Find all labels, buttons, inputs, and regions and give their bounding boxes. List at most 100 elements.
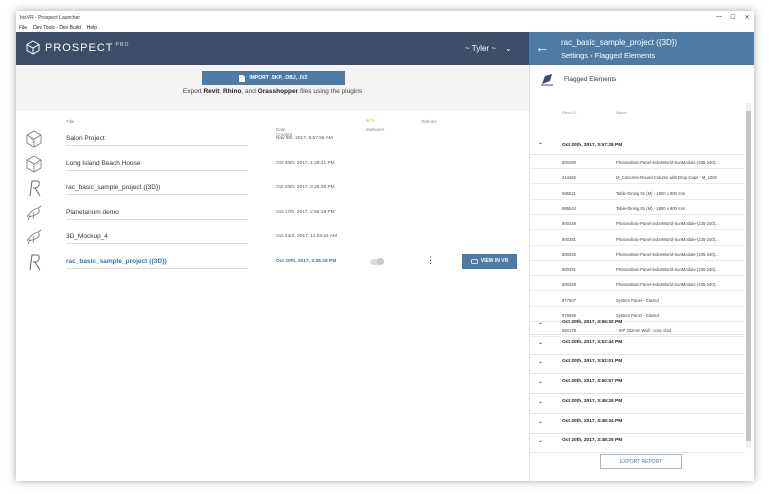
flag-group-collapsed[interactable]: ⌄ Oct 20th, 2017, 3:48:25 PM bbox=[530, 434, 745, 454]
flagged-item-row[interactable]: 800348 Photovoltaic-Panel-SolarWorld-SunM… bbox=[530, 217, 745, 231]
col-date-created[interactable]: Date Created ⌄ bbox=[276, 119, 292, 137]
view-in-vr-label: VIEW IN VR bbox=[480, 258, 509, 264]
element-name: Photovoltaic-Panel-SolarWorld-SunModule-… bbox=[616, 282, 719, 288]
chevron-up-icon[interactable]: ⌃ bbox=[538, 142, 543, 149]
hexagon-logo-icon bbox=[26, 40, 40, 55]
options-kebab-icon[interactable]: ⋮ bbox=[426, 255, 435, 265]
revit-id: 800340 bbox=[562, 251, 576, 257]
group-timestamp: Oct 20th, 2017, 3:55:32 PM bbox=[562, 320, 623, 325]
project-title[interactable]: rac_basic_sample_project ({3D}) bbox=[66, 258, 248, 269]
logo-text: PROSPECT PRO bbox=[45, 41, 130, 54]
flag-group-collapsed[interactable]: ⌄ Oct 20th, 2017, 3:52:01 PM bbox=[530, 355, 745, 375]
scrollbar-thumb[interactable] bbox=[746, 111, 751, 441]
flagged-item-row[interactable]: 800280 Photovoltaic-Panel-SolarWorld-SunM… bbox=[530, 156, 745, 169]
flagged-item-row[interactable]: 977507 System Panel - Glazed bbox=[530, 294, 745, 307]
import-section: IMPORT .SKP, .OBJ, .IVZ Export Revit, Rh… bbox=[16, 65, 529, 111]
project-row[interactable]: 3D_Mockup_4 Oct 23rd, 2017, 11:03:24 AM bbox=[16, 224, 529, 249]
chevron-down-icon[interactable]: ⌄ bbox=[538, 437, 543, 444]
section-title: Flagged Elements bbox=[564, 76, 617, 83]
project-row[interactable]: Salon Project Nov 6th, 2017, 9:57:56 AM bbox=[16, 126, 529, 151]
export-report-button[interactable]: EXPORT REPORT bbox=[600, 454, 682, 469]
revit-id: 985521 bbox=[562, 190, 576, 196]
chevron-down-icon[interactable]: ⌄ bbox=[538, 398, 543, 405]
element-name: Photovoltaic-Panel-SolarWorld-SunModule-… bbox=[616, 160, 719, 165]
close-button[interactable]: ✕ bbox=[740, 14, 754, 21]
grasshopper-model-icon bbox=[26, 229, 42, 245]
flag-group-collapsed[interactable]: ⌄ Oct 20th, 2017, 3:50:57 PM bbox=[530, 375, 745, 395]
app-window: IrisVR - Prospect Launcher — ☐ ✕ File De… bbox=[16, 11, 754, 481]
revit-id: 800391 bbox=[562, 267, 576, 273]
project-row-selected[interactable]: rac_basic_sample_project ({3D}) Oct 20th… bbox=[16, 249, 529, 274]
chevron-down-icon[interactable]: ⌄ bbox=[538, 418, 543, 425]
flagged-item-row[interactable]: 800381 Photovoltaic-Panel-SolarWorld-SunM… bbox=[530, 233, 745, 246]
flag-group-collapsed[interactable]: ⌄ Oct 20th, 2017, 3:49:29 PM bbox=[530, 395, 745, 414]
flag-group-expanded[interactable]: ⌃ Oct 20th, 2017, 3:57:28 PM bbox=[530, 139, 745, 155]
menu-dev-tools[interactable]: Dev Tools - Dev Build bbox=[33, 25, 81, 31]
group-timestamp: Oct 20th, 2017, 3:48:25 PM bbox=[562, 438, 623, 444]
project-date: Oct 20th, 2017, 3:35:28 PM bbox=[276, 258, 337, 264]
breadcrumb: Settings › Flagged Elements bbox=[561, 51, 656, 60]
revit-id: 800329 bbox=[562, 282, 576, 288]
chevron-down-icon: ⌄ bbox=[504, 44, 512, 53]
revit-id: 414482 bbox=[562, 175, 576, 181]
back-arrow-icon[interactable]: ← bbox=[535, 39, 549, 55]
user-menu[interactable]: ~ Tyler ~ ⌄ bbox=[465, 44, 512, 53]
sketchup-model-icon bbox=[26, 130, 42, 148]
chevron-down-icon[interactable]: ⌄ bbox=[538, 339, 543, 346]
revit-id: 985544 bbox=[562, 205, 576, 211]
multiuser-toggle[interactable] bbox=[370, 258, 384, 265]
menu-file[interactable]: File bbox=[19, 25, 27, 31]
flagged-item-row[interactable]: 985521 Table-Dining 01 (M) - 1800 x 900 m… bbox=[530, 187, 745, 200]
panel-header: ← rac_basic_sample_project ({3D}) Settin… bbox=[529, 32, 754, 65]
element-name: Photovoltaic-Panel-SolarWorld-SunModule-… bbox=[616, 221, 719, 227]
flagged-item-row[interactable]: 800340 Photovoltaic-Panel-SolarWorld-SunM… bbox=[530, 248, 745, 261]
element-name: Photovoltaic-Panel-SolarWorld-SunModule-… bbox=[616, 251, 719, 257]
menu-bar: File Dev Tools - Dev Build Help bbox=[16, 24, 754, 32]
panel-scrollbar[interactable] bbox=[746, 103, 751, 448]
beta-badge: BETA bbox=[366, 119, 375, 123]
title-bar: IrisVR - Prospect Launcher — ☐ ✕ bbox=[16, 11, 754, 24]
col-name: Name bbox=[616, 110, 627, 115]
chevron-down-icon[interactable]: ⌄ bbox=[538, 358, 543, 365]
revit-model-icon bbox=[29, 254, 41, 270]
flagged-elements-heading: Flagged Elements bbox=[540, 73, 616, 86]
import-button[interactable]: IMPORT .SKP, .OBJ, .IVZ bbox=[202, 71, 345, 85]
revit-id: 800348 bbox=[562, 221, 576, 227]
import-button-label: IMPORT .SKP, .OBJ, .IVZ bbox=[249, 75, 308, 81]
element-name: System Panel - Glazed bbox=[616, 297, 659, 303]
flag-group-collapsed[interactable]: ⌄ Oct 20th, 2017, 3:55:32 PM bbox=[530, 316, 745, 335]
flag-group-collapsed[interactable]: ⌄ Oct 20th, 2017, 3:52:44 PM bbox=[530, 336, 745, 355]
flagged-item-row[interactable]: 800329 Photovoltaic-Panel-SolarWorld-SunM… bbox=[530, 278, 745, 292]
minimize-button[interactable]: — bbox=[712, 14, 726, 21]
revit-model-icon bbox=[29, 180, 41, 197]
element-name: Photovoltaic-Panel-SolarWorld-SunModule-… bbox=[616, 236, 719, 242]
flagged-item-row[interactable]: 985544 Table-Dining 01 (M) - 1800 x 900 m… bbox=[530, 202, 745, 215]
view-in-vr-button[interactable]: VIEW IN VR bbox=[462, 253, 517, 269]
group-timestamp: Oct 20th, 2017, 3:57:28 PM bbox=[562, 143, 623, 148]
col-title[interactable]: Title bbox=[66, 119, 74, 124]
group-timestamp: Oct 20th, 2017, 3:49:29 PM bbox=[562, 398, 623, 404]
element-name: Table-Dining 01 (M) - 1800 x 900 mm bbox=[616, 205, 686, 211]
sketchup-model-icon bbox=[26, 155, 42, 172]
prospect-logo: PROSPECT PRO bbox=[26, 40, 129, 55]
project-title: rac_basic_sample_project ({3D}) bbox=[66, 184, 248, 195]
group-timestamp: Oct 20th, 2017, 3:50:57 PM bbox=[562, 379, 623, 385]
project-row[interactable]: Long Island Beach House Oct 30th, 2017, … bbox=[16, 151, 529, 176]
chevron-down-icon[interactable]: ⌄ bbox=[538, 378, 543, 385]
menu-help[interactable]: Help bbox=[87, 25, 97, 31]
flagged-item-row[interactable]: 414482 M_Concrete-Round-Column with Drop … bbox=[530, 171, 745, 185]
maximize-button[interactable]: ☐ bbox=[726, 14, 740, 21]
chevron-down-icon[interactable]: ⌄ bbox=[538, 319, 543, 326]
project-row[interactable]: Planetarium demo Oct 17th, 2017, 2:56:19… bbox=[16, 200, 529, 225]
project-row[interactable]: rac_basic_sample_project ({3D}) Oct 20th… bbox=[16, 175, 529, 200]
panel-title: rac_basic_sample_project ({3D}) bbox=[561, 38, 678, 47]
project-date: Oct 20th, 2017, 3:25:26 PM bbox=[276, 185, 335, 190]
group-timestamp: Oct 20th, 2017, 3:49:34 PM bbox=[562, 418, 623, 424]
flag-group-collapsed[interactable]: ⌄ Oct 20th, 2017, 3:49:34 PM bbox=[530, 415, 745, 434]
flagged-item-row[interactable]: 800391 Photovoltaic-Panel-SolarWorld-SunM… bbox=[530, 263, 745, 277]
element-name: Photovoltaic-Panel-SolarWorld-SunModule-… bbox=[616, 267, 719, 273]
group-timestamp: Oct 20th, 2017, 3:52:44 PM bbox=[562, 339, 623, 345]
flagged-elements-panel: Flagged Elements Revit ID Name ⌃ Oct 20t… bbox=[529, 65, 754, 481]
project-title: 3D_Mockup_4 bbox=[66, 233, 248, 244]
window-title: IrisVR - Prospect Launcher bbox=[20, 14, 81, 21]
